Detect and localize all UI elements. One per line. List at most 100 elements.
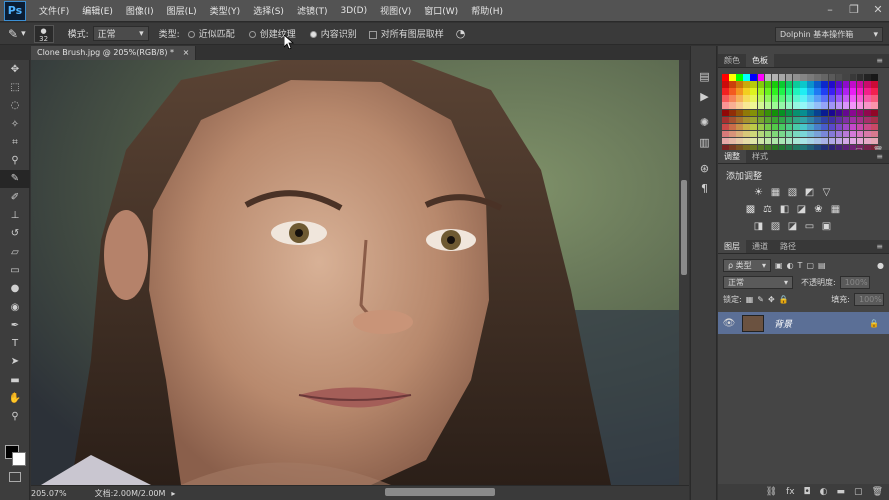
- color-swatch[interactable]: [778, 74, 786, 81]
- color-swatch[interactable]: [849, 95, 857, 102]
- color-swatch[interactable]: [835, 81, 843, 88]
- color-swatch[interactable]: [778, 88, 786, 95]
- radio-proximity-match[interactable]: 近似匹配: [187, 27, 235, 40]
- color-swatch[interactable]: [729, 102, 736, 109]
- color-swatch[interactable]: [800, 88, 807, 95]
- color-swatch[interactable]: [849, 74, 857, 81]
- color-swatch[interactable]: [778, 123, 786, 131]
- lock-transparent-icon[interactable]: ▦: [746, 295, 754, 304]
- color-swatch[interactable]: [835, 109, 843, 117]
- color-swatch[interactable]: [864, 74, 871, 81]
- photo-filter-icon[interactable]: ◪: [795, 203, 808, 216]
- vibrance-icon[interactable]: ▽: [820, 186, 833, 199]
- color-swatch[interactable]: [800, 123, 807, 131]
- menu-type[interactable]: 类型(Y): [210, 4, 241, 17]
- color-swatch[interactable]: [800, 116, 807, 124]
- color-swatch[interactable]: [736, 95, 743, 102]
- color-swatch[interactable]: [871, 130, 878, 138]
- color-swatch[interactable]: [764, 81, 772, 88]
- color-swatch[interactable]: [743, 88, 750, 95]
- color-swatch[interactable]: [814, 102, 821, 109]
- hue-saturation-icon[interactable]: ▩: [744, 203, 757, 216]
- color-swatch[interactable]: [814, 74, 821, 81]
- status-menu-chevron-icon[interactable]: ▸: [171, 489, 175, 498]
- panel-menu-icon[interactable]: ≡: [876, 54, 889, 67]
- color-swatch[interactable]: [743, 123, 750, 131]
- color-swatch[interactable]: [821, 116, 828, 124]
- sample-all-layers-checkbox[interactable]: 对所有图层取样: [368, 27, 444, 40]
- color-swatch[interactable]: [828, 81, 836, 88]
- color-swatch[interactable]: [842, 102, 850, 109]
- color-swatch[interactable]: [828, 109, 836, 117]
- color-swatch[interactable]: [856, 74, 864, 81]
- layer-name[interactable]: 背景: [774, 317, 792, 330]
- color-swatch[interactable]: [757, 81, 765, 88]
- color-swatch[interactable]: [793, 95, 800, 102]
- color-swatch[interactable]: [771, 81, 779, 88]
- clone-source-icon[interactable]: ⊛: [691, 158, 718, 178]
- tab-paths[interactable]: 路径: [774, 240, 802, 253]
- radio-content-aware[interactable]: 内容识别: [309, 27, 357, 40]
- color-swatch[interactable]: [736, 137, 743, 145]
- color-swatch[interactable]: [743, 130, 750, 138]
- color-swatch[interactable]: [807, 102, 814, 109]
- color-swatch[interactable]: [750, 130, 757, 138]
- color-swatch[interactable]: [814, 116, 821, 124]
- color-swatch[interactable]: [871, 102, 878, 109]
- color-swatch[interactable]: [764, 88, 772, 95]
- color-swatch[interactable]: [764, 95, 772, 102]
- color-swatch[interactable]: [764, 102, 772, 109]
- color-swatch[interactable]: [800, 109, 807, 117]
- new-layer-icon[interactable]: ▢: [854, 487, 863, 497]
- brush-panel-icon[interactable]: ✺: [691, 112, 718, 132]
- color-swatch[interactable]: [821, 102, 828, 109]
- color-swatch[interactable]: [778, 116, 786, 124]
- new-group-icon[interactable]: ▬: [837, 487, 846, 497]
- color-swatch[interactable]: [864, 95, 871, 102]
- color-swatch[interactable]: [871, 137, 878, 145]
- tab-styles[interactable]: 样式: [746, 150, 774, 163]
- color-swatch[interactable]: [856, 102, 864, 109]
- color-swatch[interactable]: [807, 137, 814, 145]
- color-swatch[interactable]: [828, 102, 836, 109]
- color-swatch[interactable]: [856, 130, 864, 138]
- tool-preset-chevron-icon[interactable]: ▾: [21, 29, 26, 39]
- color-swatch[interactable]: [842, 109, 850, 117]
- lasso-tool-icon[interactable]: ◌: [0, 97, 30, 115]
- black-white-icon[interactable]: ◧: [778, 203, 791, 216]
- color-swatch[interactable]: [849, 88, 857, 95]
- color-swatch[interactable]: [778, 137, 786, 145]
- new-adjustment-layer-icon[interactable]: ◐: [820, 487, 828, 497]
- color-swatch[interactable]: [849, 137, 857, 145]
- color-swatch[interactable]: [729, 130, 736, 138]
- color-swatch[interactable]: [771, 95, 779, 102]
- color-swatch[interactable]: [785, 116, 793, 124]
- color-swatch[interactable]: [793, 137, 800, 145]
- color-swatch[interactable]: [842, 130, 850, 138]
- opacity-field[interactable]: 100%: [839, 276, 870, 289]
- color-swatch[interactable]: [871, 74, 878, 81]
- color-swatch[interactable]: [722, 130, 729, 138]
- color-swatch[interactable]: [729, 116, 736, 124]
- color-swatch[interactable]: [785, 74, 793, 81]
- filter-smart-object-icon[interactable]: ▤: [818, 261, 826, 270]
- tab-layers[interactable]: 图层: [718, 240, 746, 253]
- path-select-tool-icon[interactable]: ➤: [0, 353, 30, 371]
- color-swatch[interactable]: [771, 74, 779, 81]
- gradient-tool-icon[interactable]: ▭: [0, 261, 30, 279]
- color-swatch[interactable]: [722, 102, 729, 109]
- color-swatch[interactable]: [793, 74, 800, 81]
- color-swatch[interactable]: [814, 81, 821, 88]
- color-swatch[interactable]: [814, 137, 821, 145]
- color-swatch[interactable]: [750, 137, 757, 145]
- color-swatch[interactable]: [757, 102, 765, 109]
- color-swatch[interactable]: [864, 130, 871, 138]
- color-swatch[interactable]: [814, 95, 821, 102]
- color-swatch[interactable]: [793, 102, 800, 109]
- color-swatch[interactable]: [800, 95, 807, 102]
- color-swatch[interactable]: [835, 102, 843, 109]
- menu-help[interactable]: 帮助(H): [471, 4, 503, 17]
- history-brush-tool-icon[interactable]: ↺: [0, 225, 30, 243]
- color-swatch[interactable]: [842, 137, 850, 145]
- color-swatch[interactable]: [743, 95, 750, 102]
